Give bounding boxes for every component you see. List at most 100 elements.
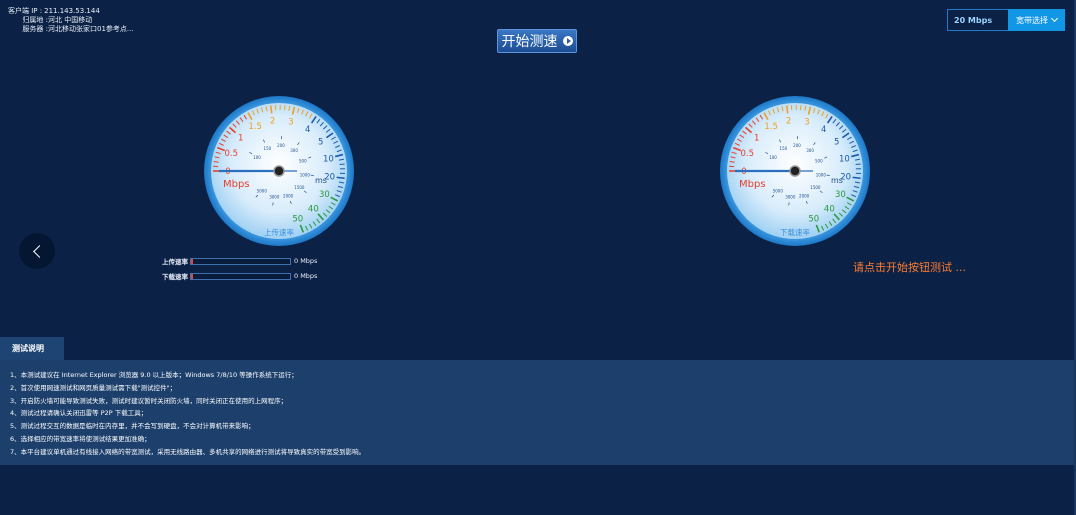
download-gauge-hub bbox=[789, 165, 801, 177]
download-gauge-unit-speed: Mbps bbox=[739, 179, 766, 190]
upload-rate-row: 上传速率 0 Mbps bbox=[150, 256, 317, 266]
download-rate-row: 下载速率 0 Mbps bbox=[150, 271, 317, 281]
instructions-panel: 1、本测试建议在 Internet Explorer 浏览器 9.0 以上版本；… bbox=[0, 360, 1076, 465]
upload-gauge: 00.511.523451020304050100150200300500100… bbox=[203, 95, 355, 247]
upload-gauge-name: 上传速率 bbox=[264, 227, 294, 237]
download-rate-bar bbox=[190, 272, 291, 280]
bandwidth-value[interactable]: 20 Mbps bbox=[947, 9, 1008, 31]
client-ip-label: 客户端 IP : bbox=[8, 7, 43, 15]
download-gauge-ping-label: 1500 bbox=[810, 185, 821, 190]
download-gauge-tick-label: 40 bbox=[824, 205, 835, 215]
instruction-item: 1、本测试建议在 Internet Explorer 浏览器 9.0 以上版本；… bbox=[10, 371, 298, 379]
start-test-button[interactable]: 开始测速 bbox=[497, 29, 577, 53]
download-gauge-tick-label: 0.5 bbox=[741, 149, 755, 159]
upload-gauge-tick-label: 5 bbox=[318, 138, 323, 148]
upload-rate-fill bbox=[191, 258, 193, 264]
instruction-item: 7、本平台建议单机通过有线接入网络的带宽测试，采用无线路由器、多机共享的网络进行… bbox=[10, 447, 366, 456]
upload-gauge-hub bbox=[273, 165, 285, 177]
chevron-left-icon bbox=[32, 244, 46, 258]
download-gauge-tick-label: 1.5 bbox=[764, 122, 778, 132]
download-gauge-ping-label: 1000 bbox=[816, 172, 827, 177]
upload-gauge-ping-label: 1500 bbox=[294, 185, 305, 190]
upload-gauge-tick-label: 40 bbox=[308, 205, 319, 215]
upload-gauge-tick-label: 1 bbox=[238, 133, 243, 143]
download-gauge-ping-label: 3000 bbox=[785, 195, 796, 200]
download-rate-value: 0 Mbps bbox=[294, 272, 318, 280]
client-ip-value: 211.143.53.144 bbox=[44, 7, 100, 15]
download-gauge-tick-label: 50 bbox=[808, 214, 819, 224]
upload-gauge-tick-label: 0.5 bbox=[225, 149, 239, 159]
download-gauge-unit-ping: ms bbox=[831, 176, 843, 185]
upload-gauge-ping-label: 2000 bbox=[283, 193, 294, 198]
start-hint: 请点击开始按钮测试 ... bbox=[853, 261, 966, 274]
upload-gauge-tick-label: 2 bbox=[270, 116, 275, 126]
upload-gauge-ping-label: 500 bbox=[299, 159, 307, 164]
bandwidth-select[interactable]: 20 Mbps 宽带选择 bbox=[947, 9, 1065, 31]
download-gauge-ping-label: 5000 bbox=[773, 189, 784, 194]
upload-gauge-svg: 00.511.523451020304050100150200300500100… bbox=[204, 96, 354, 246]
download-gauge-svg: 00.511.523451020304050100150200300500100… bbox=[720, 96, 870, 246]
speedtest-page: 客户端 IP : 211.143.53.144 归属地 : 河北 中国移动 服务… bbox=[0, 0, 1076, 515]
upload-gauge-ping-label: 200 bbox=[277, 143, 285, 148]
download-gauge-tick bbox=[855, 163, 861, 165]
upload-gauge-tick bbox=[336, 176, 345, 180]
download-gauge-tick-label: 5 bbox=[834, 138, 839, 148]
upload-gauge-tick bbox=[269, 105, 273, 114]
upload-gauge-ping-label: 300 bbox=[290, 148, 298, 153]
instruction-item: 4、测试过程请确认关闭迅雷等 P2P 下载工具； bbox=[10, 409, 148, 418]
download-gauge-name: 下载速率 bbox=[780, 227, 810, 237]
download-rate-label: 下载速率 bbox=[162, 273, 188, 281]
upload-gauge-unit-ping: ms bbox=[315, 176, 327, 185]
upload-gauge-unit-speed: Mbps bbox=[223, 179, 250, 190]
download-gauge-tick-label: 30 bbox=[835, 190, 846, 200]
client-server-value: 河北移动张家口01参考点... bbox=[48, 25, 134, 33]
bandwidth-select-button[interactable]: 宽带选择 bbox=[1008, 9, 1065, 31]
upload-gauge-tick-label: 3 bbox=[288, 117, 293, 127]
instruction-item: 5、测试过程交互的数据是临时在内存里，并不会写到硬盘，不会对计算机带来影响； bbox=[10, 422, 255, 431]
download-gauge-tick-label: 2 bbox=[786, 116, 791, 126]
download-gauge-tick bbox=[729, 161, 735, 163]
download-gauge-ping-label: 500 bbox=[815, 159, 823, 164]
upload-rate-bar bbox=[190, 257, 291, 265]
start-test-label: 开始测速 bbox=[501, 34, 558, 50]
upload-gauge-tick-label: 30 bbox=[319, 190, 330, 200]
download-gauge: 00.511.523451020304050100150200300500100… bbox=[719, 95, 871, 247]
back-button[interactable] bbox=[19, 233, 55, 269]
play-icon bbox=[562, 36, 573, 46]
chevron-down-icon bbox=[1050, 14, 1059, 23]
download-rate-fill bbox=[191, 273, 193, 279]
client-ip-row: 客户端 IP : 211.143.53.144 bbox=[8, 7, 134, 16]
download-gauge-tick-label: 10 bbox=[839, 154, 850, 164]
client-info: 客户端 IP : 211.143.53.144 归属地 : 河北 中国移动 服务… bbox=[8, 7, 134, 34]
upload-gauge-ping-label: 100 bbox=[253, 155, 261, 160]
bandwidth-select-label: 宽带选择 bbox=[1016, 15, 1048, 25]
upload-gauge-ping-label: 5000 bbox=[257, 189, 268, 194]
download-gauge-tick-label: 3 bbox=[804, 117, 809, 127]
download-gauge-ping-label: 150 bbox=[780, 146, 788, 151]
client-location-row: 归属地 : 河北 中国移动 bbox=[8, 16, 134, 25]
download-gauge-ping-label: 100 bbox=[769, 155, 777, 160]
download-gauge-tick bbox=[785, 105, 789, 114]
download-gauge-ping-label: 300 bbox=[806, 148, 814, 153]
download-gauge-tick-label: 1 bbox=[754, 133, 759, 143]
upload-gauge-ping-label: 150 bbox=[264, 146, 272, 151]
download-gauge-tick bbox=[852, 176, 861, 180]
client-location-label: 归属地 : bbox=[22, 16, 48, 24]
instruction-item: 3、开启防火墙可能导致测试失败，测试时建议暂时关闭防火墙，同时关闭正在使用的上网… bbox=[10, 396, 288, 405]
client-server-row: 服务器 : 河北移动张家口01参考点... bbox=[8, 25, 134, 34]
upload-gauge-tick-label: 1.5 bbox=[248, 122, 262, 132]
client-server-label: 服务器 : bbox=[22, 25, 48, 33]
upload-gauge-tick bbox=[213, 161, 219, 163]
instruction-item: 6、选择相应的带宽速率将使测试结果更加准确； bbox=[10, 434, 151, 443]
upload-gauge-tick-label: 50 bbox=[292, 214, 303, 224]
upload-gauge-tick bbox=[339, 163, 345, 165]
upload-gauge-ping-label: 1000 bbox=[300, 172, 311, 177]
download-gauge-tick-label: 4 bbox=[821, 125, 826, 135]
download-gauge-ping-label: 200 bbox=[793, 143, 801, 148]
instruction-item: 2、首次使用网速测试和网页质量测试需下载"测试控件"； bbox=[10, 383, 177, 392]
upload-rate-label: 上传速率 bbox=[162, 258, 188, 266]
upload-rate-value: 0 Mbps bbox=[294, 257, 318, 265]
client-location-value: 河北 中国移动 bbox=[48, 16, 93, 24]
tab-test-instructions[interactable]: 测试说明 bbox=[0, 337, 64, 360]
download-gauge-ping-label: 2000 bbox=[799, 193, 810, 198]
